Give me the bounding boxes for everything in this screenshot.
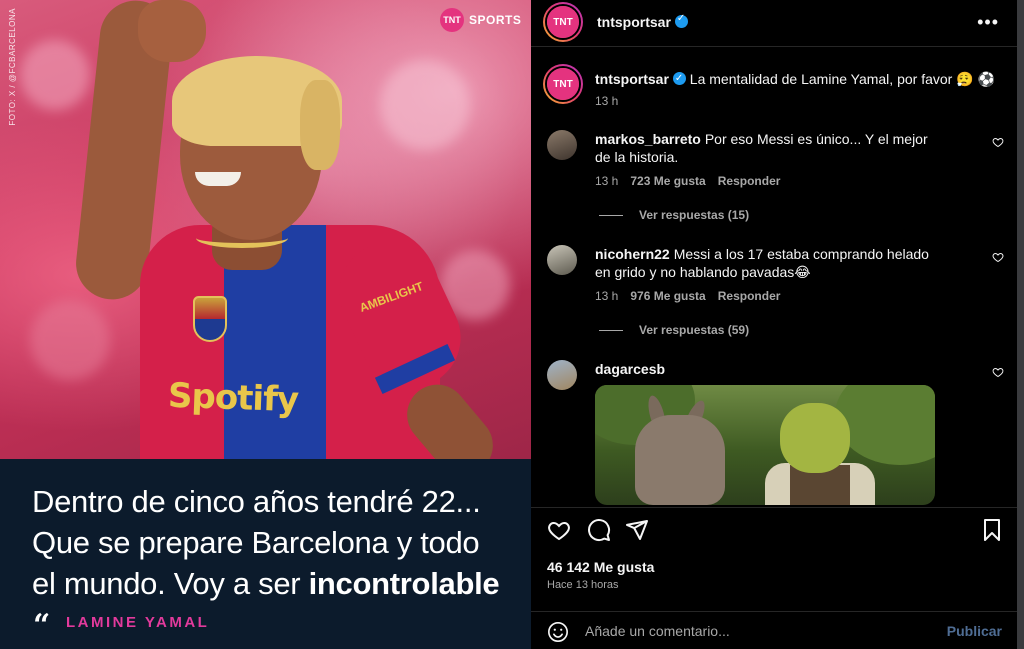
jersey-collar: [196, 228, 288, 248]
comment-body: dagarcesb: [595, 360, 945, 378]
verified-icon: [672, 70, 686, 88]
quote-line: Que se prepare Barcelona y todo: [32, 525, 480, 560]
background-page-edge: [1017, 0, 1024, 649]
comment-body: markos_barreto Por eso Messi es único... …: [595, 130, 945, 166]
caption-username[interactable]: tntsportsar: [595, 71, 669, 87]
jersey-sponsor: Spotify: [167, 375, 299, 421]
avatar: TNT: [547, 68, 579, 100]
quote-line: Dentro de cinco años tendré 22...: [32, 484, 481, 519]
player-smile: [195, 172, 241, 186]
comment-composer: Publicar: [531, 611, 1017, 649]
post-details-panel: TNT tntsportsar ••• TNT tntsportsar La m…: [531, 0, 1017, 649]
comment-input[interactable]: [585, 620, 925, 642]
comment-meta: 13 h 976 Me gusta Responder: [595, 289, 780, 303]
reply-button[interactable]: Responder: [718, 174, 781, 188]
avatar[interactable]: [547, 245, 577, 275]
reply-button[interactable]: Responder: [718, 289, 781, 303]
quote-emphasis: incontrolable: [308, 566, 500, 601]
quote-mark-icon: “: [33, 608, 51, 643]
comment-time[interactable]: 13 h: [595, 174, 618, 188]
verified-icon: [674, 13, 688, 28]
caption-text: tntsportsar La mentalidad de Lamine Yama…: [595, 70, 995, 88]
comment-time[interactable]: 13 h: [595, 289, 618, 303]
post-image[interactable]: Spotify AMBILIGHT FOTO: X / @FCBARCELONA…: [0, 0, 531, 649]
tnt-sports-logo: TNT SPORTS: [440, 8, 521, 32]
comment-username[interactable]: markos_barreto: [595, 131, 701, 147]
post-header: TNT tntsportsar: [543, 2, 688, 42]
view-replies-button[interactable]: Ver respuestas (59): [599, 323, 749, 337]
likes-count[interactable]: 46 142 Me gusta: [547, 559, 654, 575]
photo-credit: FOTO: X / @FCBARCELONA: [8, 8, 17, 126]
quote-line-text: el mundo. Voy a ser: [32, 566, 309, 601]
heart-icon[interactable]: [992, 136, 1004, 148]
caption-body: La mentalidad de Lamine Yamal, por favor…: [689, 71, 995, 87]
instagram-post-view: Spotify AMBILIGHT FOTO: X / @FCBARCELONA…: [0, 0, 1024, 649]
comment-icon[interactable]: [587, 518, 611, 542]
comment-body: nicohern22 Messi a los 17 estaba comprand…: [595, 245, 945, 281]
background-bokeh: [30, 300, 110, 380]
like-heart-icon[interactable]: [547, 518, 571, 542]
post-timestamp[interactable]: Hace 13 horas: [547, 579, 619, 591]
quote-line: el mundo. Voy a ser incontrolable: [32, 563, 522, 604]
replies-line: [599, 329, 623, 331]
heart-icon[interactable]: [992, 251, 1004, 263]
quote-author: LAMINE YAMAL: [66, 614, 210, 631]
tnt-logo-word: SPORTS: [469, 13, 522, 27]
comment-username[interactable]: nicohern22: [595, 246, 670, 262]
avatar[interactable]: [547, 360, 577, 390]
view-replies-label[interactable]: Ver respuestas (59): [639, 323, 749, 337]
avatar: TNT: [547, 6, 579, 38]
quote-panel: Dentro de cinco años tendré 22... Que se…: [0, 459, 531, 649]
background-bokeh: [20, 40, 90, 110]
header-username-text[interactable]: tntsportsar: [597, 14, 671, 30]
background-bokeh: [380, 60, 470, 150]
view-replies-button[interactable]: Ver respuestas (15): [599, 208, 749, 222]
gif-foliage: [835, 385, 935, 465]
player-photo: Spotify AMBILIGHT FOTO: X / @FCBARCELONA…: [0, 0, 531, 459]
comment-username[interactable]: dagarcesb: [595, 361, 665, 377]
profile-avatar-ring[interactable]: TNT: [543, 2, 583, 42]
view-replies-label[interactable]: Ver respuestas (15): [639, 208, 749, 222]
avatar[interactable]: [547, 130, 577, 160]
comment-likes[interactable]: 976 Me gusta: [630, 289, 705, 303]
share-icon[interactable]: [625, 518, 649, 542]
header-username[interactable]: tntsportsar: [597, 13, 688, 30]
comment-meta: 13 h 723 Me gusta Responder: [595, 174, 780, 188]
shrek-head: [780, 403, 850, 473]
player-hair: [300, 80, 340, 170]
comment-gif[interactable]: [595, 385, 935, 505]
quote-text: Dentro de cinco años tendré 22... Que se…: [32, 481, 522, 604]
heart-icon[interactable]: [992, 366, 1004, 378]
club-crest: [193, 296, 227, 342]
replies-line: [599, 214, 623, 216]
donkey-figure: [635, 415, 725, 505]
caption-timestamp[interactable]: 13 h: [595, 94, 618, 108]
caption-avatar-ring[interactable]: TNT: [543, 64, 583, 104]
emoji-icon[interactable]: [547, 621, 569, 643]
tnt-logo-icon: TNT: [440, 8, 464, 32]
divider: [531, 507, 1017, 508]
raised-fist: [138, 0, 206, 62]
comment-likes[interactable]: 723 Me gusta: [630, 174, 705, 188]
more-options-icon[interactable]: •••: [977, 12, 999, 33]
publish-button[interactable]: Publicar: [947, 623, 1002, 639]
divider: [531, 46, 1017, 47]
save-bookmark-icon[interactable]: [981, 518, 1003, 542]
action-bar: [547, 518, 1007, 544]
